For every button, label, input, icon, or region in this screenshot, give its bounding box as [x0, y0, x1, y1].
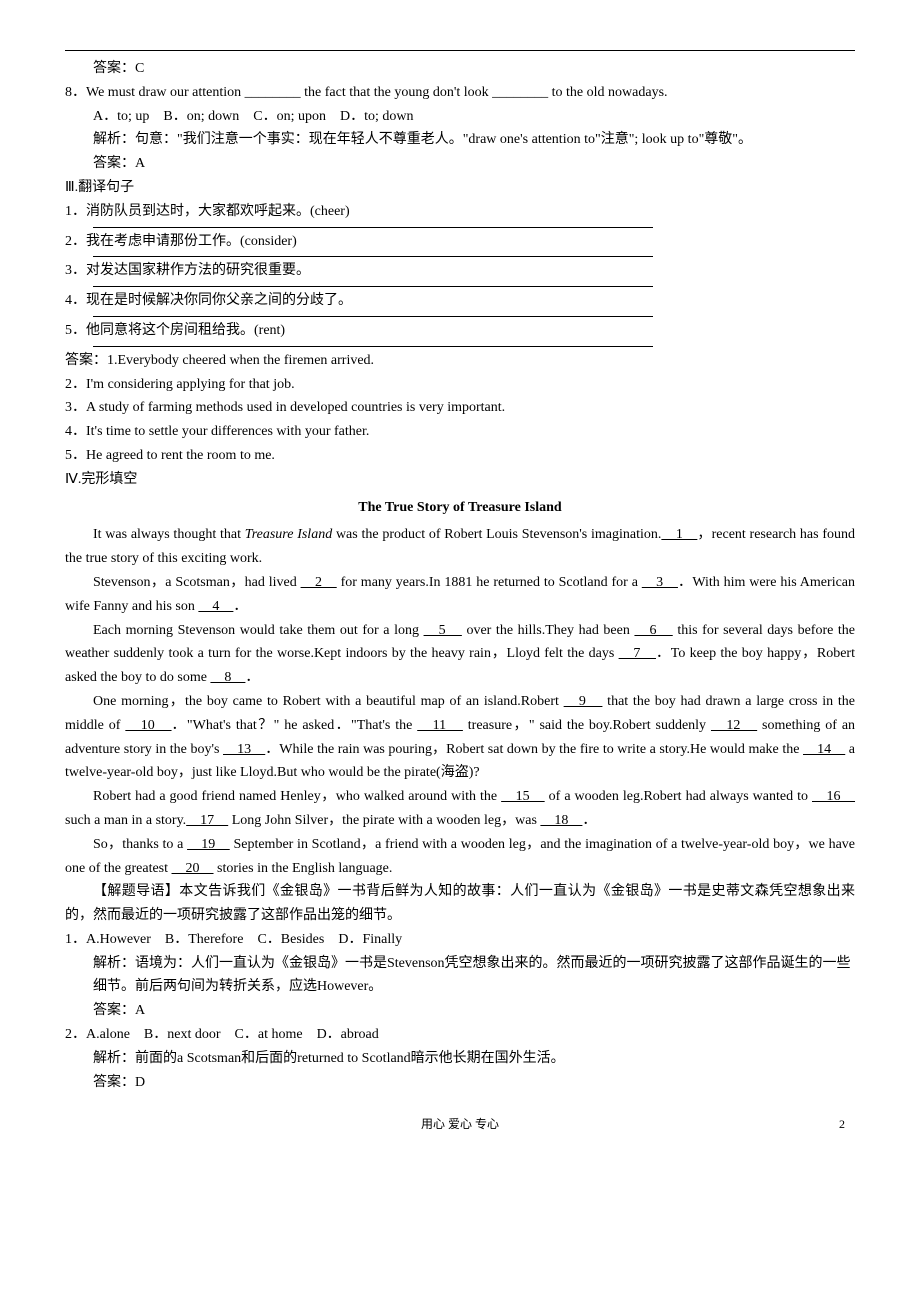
- blank-line: [93, 315, 653, 317]
- passage-title: The True Story of Treasure Island: [65, 496, 855, 520]
- passage-paragraph-4: One morning，the boy came to Robert with …: [65, 690, 855, 785]
- gap-17: 17: [186, 813, 228, 828]
- footer-motto: 用心 爱心 专心: [421, 1117, 499, 1131]
- page-number: 2: [839, 1114, 845, 1134]
- text: Stevenson，a Scotsman，had lived: [93, 575, 301, 590]
- question-8: 8．We must draw our attention ________ th…: [65, 81, 855, 105]
- gap-20: 20: [172, 861, 214, 876]
- gap-4: 4: [198, 599, 233, 614]
- gap-3: 3: [642, 575, 678, 590]
- text: ．: [245, 670, 259, 685]
- translation-answer-1: 答案：1.Everybody cheered when the firemen …: [65, 349, 855, 373]
- translate-1: 1．消防队员到达时，大家都欢呼起来。(cheer): [65, 200, 855, 224]
- text: Long John Silver，the pirate with a woode…: [228, 813, 540, 828]
- gap-5: 5: [424, 623, 462, 638]
- blank-line: [93, 345, 653, 347]
- passage-paragraph-6: So，thanks to a 19 September in Scotland，…: [65, 833, 855, 881]
- text: ．: [233, 599, 247, 614]
- gap-13: 13: [223, 742, 265, 757]
- cloze-1-answer: 答案：A: [65, 999, 855, 1023]
- gap-12: 12: [711, 718, 757, 733]
- cloze-2-answer: 答案：D: [65, 1071, 855, 1095]
- passage-paragraph-3: Each morning Stevenson would take them o…: [65, 619, 855, 690]
- gap-16: 16: [812, 789, 855, 804]
- text: such a man in a story.: [65, 813, 186, 828]
- gap-10: 10: [125, 718, 171, 733]
- text: One morning，the boy came to Robert with …: [93, 694, 564, 709]
- translate-2: 2．我在考虑申请那份工作。(consider): [65, 230, 855, 254]
- passage-paragraph-1: It was always thought that Treasure Isla…: [65, 523, 855, 571]
- text: was the product of Robert Louis Stevenso…: [332, 527, 661, 542]
- text: Robert had a good friend named Henley，wh…: [93, 789, 501, 804]
- book-title-italic: Treasure Island: [245, 527, 333, 542]
- section-4-heading: Ⅳ.完形填空: [65, 468, 855, 492]
- cloze-2-explain: 解析：前面的a Scotsman和后面的returned to Scotland…: [65, 1047, 855, 1071]
- gap-2: 2: [301, 575, 337, 590]
- cloze-1-explain: 解析：语境为：人们一直认为《金银岛》一书是Stevenson凭空想象出来的。然而…: [65, 952, 855, 1000]
- gap-15: 15: [501, 789, 545, 804]
- text: for many years.In 1881 he returned to Sc…: [337, 575, 642, 590]
- text: So，thanks to a: [93, 837, 187, 852]
- blank-line: [93, 226, 653, 228]
- text: ．: [582, 813, 596, 828]
- text: stories in the English language.: [214, 861, 393, 876]
- translation-answer-2: 2．I'm considering applying for that job.: [65, 373, 855, 397]
- gap-1: 1: [661, 527, 697, 542]
- text: over the hills.They had been: [462, 623, 635, 638]
- question-8-options: A．to; up B．on; down C．on; upon D．to; dow…: [65, 105, 855, 129]
- question-8-explain: 解析：句意："我们注意一个事实：现在年轻人不尊重老人。"draw one's a…: [65, 128, 855, 152]
- text: ．"What's that？" he asked．"That's the: [172, 718, 418, 733]
- passage-paragraph-2: Stevenson，a Scotsman，had lived 2 for man…: [65, 571, 855, 619]
- translate-4: 4．现在是时候解决你同你父亲之间的分歧了。: [65, 289, 855, 313]
- gap-8: 8: [210, 670, 245, 685]
- cloze-1-options: 1．A.However B．Therefore C．Besides D．Fina…: [65, 928, 855, 952]
- text: Each morning Stevenson would take them o…: [93, 623, 424, 638]
- gap-7: 7: [619, 646, 656, 661]
- gap-18: 18: [540, 813, 582, 828]
- translation-answer-3: 3．A study of farming methods used in dev…: [65, 396, 855, 420]
- translate-5: 5．他同意将这个房间租给我。(rent): [65, 319, 855, 343]
- gap-6: 6: [634, 623, 672, 638]
- gap-9: 9: [564, 694, 603, 709]
- text: of a wooden leg.Robert had always wanted…: [545, 789, 812, 804]
- gap-19: 19: [187, 837, 230, 852]
- passage-guide: 【解题导语】本文告诉我们《金银岛》一书背后鲜为人知的故事：人们一直认为《金银岛》…: [65, 880, 855, 928]
- translation-answer-5: 5．He agreed to rent the room to me.: [65, 444, 855, 468]
- translate-3: 3．对发达国家耕作方法的研究很重要。: [65, 259, 855, 283]
- blank-line: [93, 255, 653, 257]
- page-footer: 用心 爱心 专心 2: [65, 1114, 855, 1134]
- text: ．While the rain was pouring，Robert sat d…: [265, 742, 803, 757]
- gap-11: 11: [417, 718, 463, 733]
- text: treasure，" said the boy.Robert suddenly: [463, 718, 711, 733]
- gap-14: 14: [803, 742, 845, 757]
- answer-c: 答案：C: [65, 57, 855, 81]
- text: It was always thought that: [93, 527, 245, 542]
- translation-answer-4: 4．It's time to settle your differences w…: [65, 420, 855, 444]
- top-horizontal-rule: [65, 50, 855, 51]
- question-8-answer: 答案：A: [65, 152, 855, 176]
- cloze-2-options: 2．A.alone B．next door C．at home D．abroad: [65, 1023, 855, 1047]
- passage-paragraph-5: Robert had a good friend named Henley，wh…: [65, 785, 855, 833]
- blank-line: [93, 285, 653, 287]
- section-3-heading: Ⅲ.翻译句子: [65, 176, 855, 200]
